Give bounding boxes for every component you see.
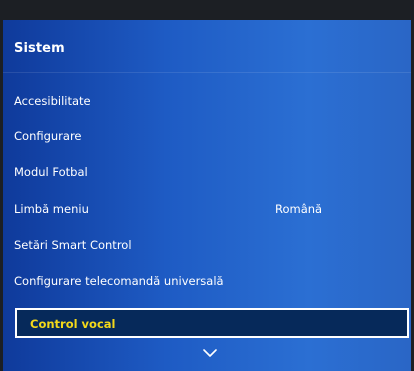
menu-title: Sistem (14, 41, 65, 56)
menu-item-football-mode[interactable]: Modul Fotbal (3, 157, 411, 189)
menu-item-voice-control[interactable]: Control vocal (15, 308, 409, 338)
title-divider (3, 72, 411, 73)
chevron-down-icon[interactable] (203, 348, 217, 358)
menu-item-label: Control vocal (30, 317, 116, 331)
menu-item-label: Configurare (14, 129, 82, 143)
menu-item-label: Limbă meniu (14, 202, 89, 216)
menu-item-label: Configurare telecomandă universală (14, 274, 224, 288)
menu-item-value: Română (275, 202, 323, 216)
menu-item-label: Modul Fotbal (14, 165, 88, 179)
menu-item-label: Accesibilitate (14, 94, 91, 108)
menu-item-smart-control-settings[interactable]: Setări Smart Control (3, 230, 411, 262)
tv-screen: Sistem Accesibilitate Configurare Modul … (0, 0, 414, 371)
menu-item-menu-language[interactable]: Limbă meniu Română (3, 194, 411, 226)
menu-item-accessibility[interactable]: Accesibilitate (3, 86, 411, 118)
system-menu-panel: Sistem Accesibilitate Configurare Modul … (3, 20, 411, 371)
menu-item-label: Setări Smart Control (14, 238, 132, 252)
menu-item-universal-remote-setup[interactable]: Configurare telecomandă universală (3, 266, 411, 298)
menu-item-setup[interactable]: Configurare (3, 121, 411, 153)
